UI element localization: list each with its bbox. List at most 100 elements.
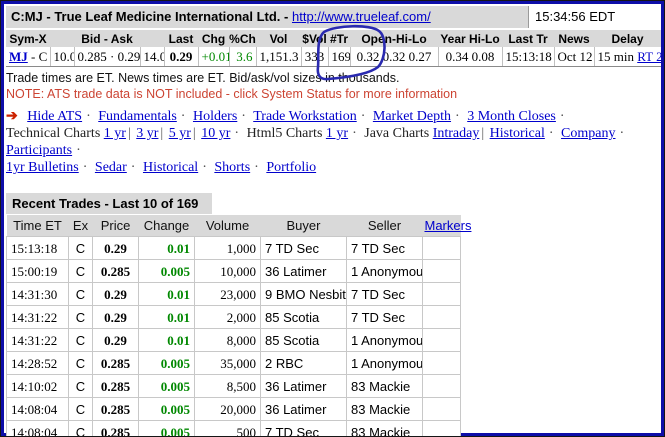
trade-volume: 1,000 — [194, 236, 261, 260]
dot-separator: · — [202, 160, 207, 175]
trade-change: 0.005 — [138, 397, 195, 421]
shorts-link[interactable]: Shorts — [214, 160, 250, 175]
trade-price: 0.285 — [92, 259, 139, 283]
trade-volume: 20,000 — [194, 397, 261, 421]
nav-link-trade-workstation[interactable]: Trade Workstation — [253, 109, 356, 124]
red-arrow-icon: ➔ — [6, 109, 18, 124]
trade-price: 0.29 — [92, 236, 139, 260]
trade-seller: 7 TD Sec — [346, 305, 423, 329]
dot-separator: · — [548, 126, 554, 141]
quote-header-lasttr: Last Tr — [502, 30, 554, 47]
table-row: 14:08:04 C 0.285 0.005 500 7 TD Sec 83 M… — [6, 420, 461, 436]
participants-link[interactable]: Participants — [6, 143, 72, 158]
open-hi-lo-cell: 0.32 0.32 0.27 — [350, 47, 439, 67]
symbol-title-area: C:MJ - True Leaf Medicine International … — [6, 6, 529, 28]
dot-separator: · — [180, 109, 186, 124]
title-bar: C:MJ - True Leaf Medicine International … — [6, 6, 659, 30]
technical-charts-label: Technical Charts — [6, 126, 101, 141]
page-title: C:MJ - True Leaf Medicine International … — [11, 9, 289, 24]
delay-text: 15 min — [597, 49, 638, 64]
nav-link-market-depth[interactable]: Market Depth — [373, 109, 451, 124]
trade-buyer: 7 TD Sec — [260, 420, 347, 436]
trade-exchange: C — [68, 259, 93, 283]
nav-link-holders[interactable]: Holders — [193, 109, 237, 124]
realtime-link[interactable]: RT 2 — [637, 49, 661, 64]
trades-header-time: Time ET — [6, 215, 69, 237]
table-row: 14:31:22 C 0.29 0.01 2,000 85 Scotia 7 T… — [6, 305, 461, 329]
trade-change: 0.005 — [138, 374, 195, 398]
quote-header-dollarvol: $Vol — [301, 30, 328, 47]
symbol-link[interactable]: MJ — [9, 49, 28, 64]
pipe-separator: | — [192, 126, 196, 141]
nav-row-misc: 1yr Bulletins · Sedar · Historical · Shorts… — [6, 159, 659, 176]
historical-link[interactable]: Historical — [143, 160, 198, 175]
quote-header-last: Last — [164, 30, 198, 47]
trade-markers — [422, 374, 461, 398]
trade-change: 0.01 — [138, 282, 195, 306]
dot-separator: · — [234, 126, 240, 141]
java-intraday-link[interactable]: Intraday — [433, 126, 480, 141]
trades-header-volume: Volume — [194, 215, 261, 237]
trade-price: 0.285 — [92, 420, 139, 436]
quote-page: C:MJ - True Leaf Medicine International … — [0, 0, 665, 437]
delay-cell: 15 min RT 2 — [594, 47, 661, 67]
quote-header-row: Sym-X Bid - Ask Last Chg %Ch Vol $Vol #T… — [6, 30, 661, 47]
trade-change: 0.005 — [138, 259, 195, 283]
trade-price: 0.285 — [92, 351, 139, 375]
dot-separator: · — [76, 143, 81, 158]
table-row: 14:28:52 C 0.285 0.005 35,000 2 RBC 1 An… — [6, 351, 461, 375]
trades-header-buyer: Buyer — [260, 215, 347, 237]
trade-markers — [422, 236, 461, 260]
trade-time: 14:08:04 — [6, 420, 69, 436]
tech-chart-5yr-link[interactable]: 5 yr — [169, 126, 191, 141]
tech-chart-10yr-link[interactable]: 10 yr — [201, 126, 230, 141]
markers-link[interactable]: Markers — [425, 218, 472, 233]
table-row: 14:31:30 C 0.29 0.01 23,000 9 BMO Nesbit… — [6, 282, 461, 306]
trade-markers — [422, 420, 461, 436]
quote-header-pctch: %Ch — [229, 30, 256, 47]
trade-exchange: C — [68, 328, 93, 352]
recent-trades-title: Recent Trades - Last 10 of 169 — [6, 193, 213, 214]
nav-link-fundamentals[interactable]: Fundamentals — [98, 109, 177, 124]
tech-chart-1yr-link[interactable]: 1 yr — [104, 126, 126, 141]
html5-chart-1yr-link[interactable]: 1 yr — [326, 126, 348, 141]
sedar-link[interactable]: Sedar — [95, 160, 127, 175]
java-historical-link[interactable]: Historical — [490, 126, 545, 141]
trades-header-change: Change — [138, 215, 195, 237]
bulletins-link[interactable]: 1yr Bulletins — [6, 160, 79, 175]
pipe-separator: | — [127, 126, 131, 141]
trade-time: 15:00:19 — [6, 259, 69, 283]
nav-link-3-month-closes[interactable]: 3 Month Closes — [467, 109, 556, 124]
dot-separator: · — [130, 160, 136, 175]
quote-header-bid-ask: Bid - Ask — [50, 30, 164, 47]
dot-separator: · — [86, 109, 91, 124]
pipe-separator: | — [481, 126, 485, 141]
company-website-link[interactable]: http://www.trueleaf.com/ — [292, 9, 431, 24]
dot-separator: · — [352, 126, 357, 141]
tech-chart-3yr-link[interactable]: 3 yr — [136, 126, 158, 141]
num-trades-cell: 169 — [328, 47, 351, 67]
trade-markers — [422, 351, 461, 375]
trade-seller: 1 Anonymous — [346, 351, 423, 375]
trade-seller: 7 TD Sec — [346, 236, 423, 260]
trade-exchange: C — [68, 305, 93, 329]
trade-price: 0.285 — [92, 397, 139, 421]
company-link[interactable]: Company — [561, 126, 615, 141]
nav-link-hide-ats[interactable]: Hide ATS — [27, 109, 82, 124]
nav-row-charts: Technical Charts 1 yr | 3 yr | 5 yr | 10 yr… — [6, 125, 659, 159]
trade-markers — [422, 328, 461, 352]
trade-markers — [422, 305, 461, 329]
change-cell: +0.01 — [198, 47, 230, 67]
trade-buyer: 85 Scotia — [260, 305, 347, 329]
trade-exchange: C — [68, 374, 93, 398]
trade-change: 0.005 — [138, 420, 195, 436]
table-row: 14:08:04 C 0.285 0.005 20,000 36 Latimer… — [6, 397, 461, 421]
trade-exchange: C — [68, 282, 93, 306]
trade-buyer: 36 Latimer — [260, 397, 347, 421]
trade-exchange: C — [68, 236, 93, 260]
portfolio-link[interactable]: Portfolio — [266, 160, 316, 175]
quote-header-yearhilo: Year Hi-Lo — [438, 30, 502, 47]
trade-buyer: 2 RBC — [260, 351, 347, 375]
trade-seller: 83 Mackie — [346, 397, 423, 421]
nav-row-main: ➔ Hide ATS · Fundamentals · Holders · Trade… — [6, 108, 659, 125]
